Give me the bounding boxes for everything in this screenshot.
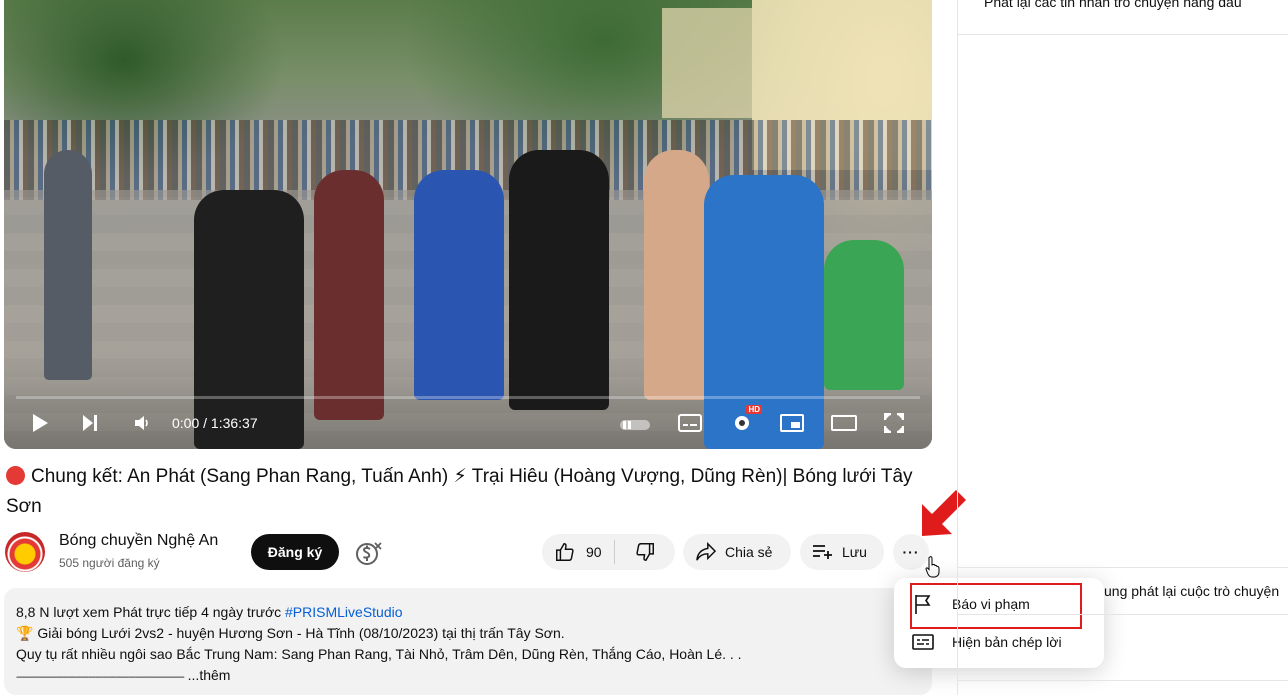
divider [958,567,1288,568]
autoplay-toggle[interactable] [618,415,652,435]
video-title: Chung kết: An Phát (Sang Phan Rang, Tuấn… [6,462,926,522]
live-dot-icon [6,466,25,485]
save-label: Lưu [842,544,867,560]
video-title-text: Chung kết: An Phát (Sang Phan Rang, Tuấn… [6,466,913,517]
share-button[interactable]: Chia sẻ [683,534,791,570]
next-icon[interactable] [76,409,104,437]
share-label: Chia sẻ [725,544,773,560]
add-to-playlist-icon [813,545,832,559]
chat-footer [958,680,1288,695]
transcript-icon [912,634,934,650]
video-frame-person [44,150,92,380]
video-frame-person [509,150,609,410]
hand-cursor-icon [925,556,940,578]
channel-name[interactable]: Bóng chuyền Nghệ An [59,532,218,550]
captions-icon[interactable] [676,409,704,437]
volume-icon[interactable] [128,409,156,437]
subscriber-count: 505 người đăng ký [59,556,160,570]
video-frame-person [414,170,504,400]
fullscreen-icon[interactable] [880,409,908,437]
like-dislike-group: 90 [542,534,675,570]
like-button[interactable]: 90 [542,534,614,570]
divider [958,34,1288,35]
no-membership-icon[interactable] [355,540,383,566]
subscribe-button[interactable]: Đăng ký [251,534,339,570]
divider [958,614,1288,615]
view-and-date: 8,8 N lượt xem Phát trực tiếp 4 ngày trư… [16,604,282,620]
player-controls: 0:00 / 1:36:37 HD [4,397,932,449]
thumbs-down-icon [636,543,654,561]
like-count: 90 [586,544,602,560]
play-icon[interactable] [26,409,54,437]
hashtag-link[interactable]: #PRISMLiveStudio [285,604,403,620]
description-line: Quy tụ rất nhiều ngôi sao Bắc Trung Nam:… [16,646,742,662]
settings-icon[interactable]: HD [728,405,762,437]
live-chat-panel: Phát lại các tin nhắn trò chuyện hàng đầ… [957,0,1288,695]
theater-mode-icon[interactable] [830,409,858,437]
video-player[interactable]: 0:00 / 1:36:37 HD [4,0,932,449]
description-box[interactable]: 8,8 N lượt xem Phát trực tiếp 4 ngày trư… [4,588,932,695]
hd-badge: HD [746,405,762,414]
thumbs-up-icon [556,543,574,561]
chat-mode-label[interactable]: Phát lại các tin nhắn trò chuyện hàng đầ… [984,0,1242,10]
save-button[interactable]: Lưu [800,534,884,570]
share-icon [696,542,717,561]
video-frame-person [824,240,904,390]
dislike-button[interactable] [615,534,675,570]
video-frame-person [314,170,384,420]
more-actions-button[interactable]: ··· [893,534,929,570]
time-display: 0:00 / 1:36:37 [172,415,258,431]
chat-replay-toggle[interactable]: ung phát lại cuộc trò chuyện [1104,583,1279,599]
show-more-link[interactable]: ...thêm [188,667,231,683]
description-dashes: ----------------------------------------… [16,672,185,683]
video-frame-person [644,150,709,400]
video-frame-building [662,8,752,118]
miniplayer-icon[interactable] [778,409,806,437]
channel-avatar[interactable] [5,532,45,572]
description-line: 🏆 Giải bóng Lưới 2vs2 - huyện Hương Sơn … [16,625,565,641]
